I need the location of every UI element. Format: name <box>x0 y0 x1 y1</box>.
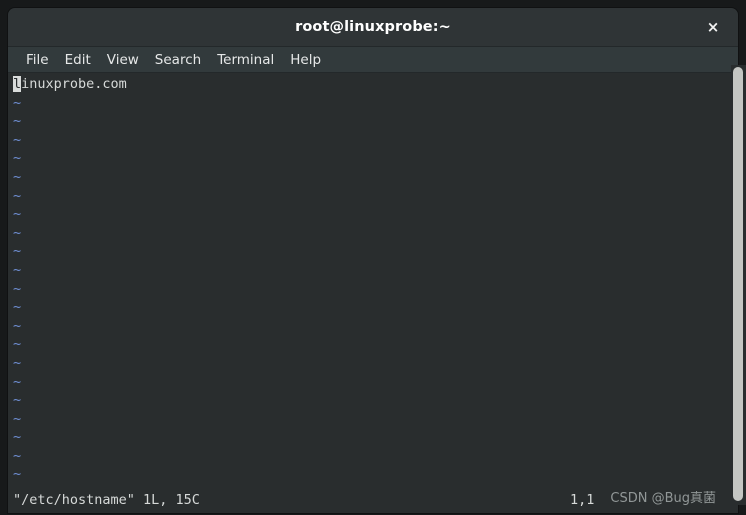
tilde-glyph: ~ <box>13 150 22 167</box>
text-cursor: l <box>13 76 22 92</box>
vim-empty-line-marker: ~ <box>13 149 722 168</box>
scrollbar-track[interactable] <box>731 65 746 505</box>
tilde-glyph: ~ <box>13 206 22 223</box>
buffer-line-1: linuxprobe.com <box>13 75 722 94</box>
menu-item-terminal[interactable]: Terminal <box>209 47 282 73</box>
vim-empty-line-marker: ~ <box>13 280 722 299</box>
status-file-info: "/etc/hostname" 1L, 15C <box>13 492 200 508</box>
tilde-glyph: ~ <box>13 280 22 297</box>
screen: root@linuxprobe:~ × File Edit View Searc… <box>0 0 746 515</box>
menu-item-file[interactable]: File <box>18 47 57 73</box>
buffer-line-1-text: inuxprobe.com <box>21 76 127 92</box>
vim-empty-line-marker: ~ <box>13 465 722 484</box>
vim-empty-line-marker: ~ <box>13 168 722 187</box>
tilde-glyph: ~ <box>13 354 22 371</box>
menu-item-help[interactable]: Help <box>282 47 329 73</box>
menu-bar: File Edit View Search Terminal Help <box>8 47 738 73</box>
tilde-glyph: ~ <box>13 187 22 204</box>
vim-empty-line-marker: ~ <box>13 131 722 150</box>
tilde-glyph: ~ <box>13 94 22 111</box>
vim-empty-line-marker: ~ <box>13 261 722 280</box>
tilde-glyph: ~ <box>13 336 22 353</box>
vim-empty-line-marker: ~ <box>13 373 722 392</box>
tilde-glyph: ~ <box>13 447 22 464</box>
vim-empty-line-marker: ~ <box>13 354 722 373</box>
vim-empty-line-marker: ~ <box>13 335 722 354</box>
tilde-glyph: ~ <box>13 224 22 241</box>
vim-buffer: linuxprobe.com ~~~~~~~~~~~~~~~~~~~~~~ <box>13 75 722 513</box>
vim-status-line: "/etc/hostname" 1L, 15C 1,1 CSDN @Bug真菌 <box>8 488 738 513</box>
tilde-glyph: ~ <box>13 410 22 427</box>
tilde-glyph: ~ <box>13 317 22 334</box>
tilde-glyph: ~ <box>13 466 22 483</box>
tilde-glyph: ~ <box>13 113 22 130</box>
menu-item-search[interactable]: Search <box>147 47 209 73</box>
terminal-body[interactable]: linuxprobe.com ~~~~~~~~~~~~~~~~~~~~~~ "/… <box>8 73 738 513</box>
vim-empty-line-marker: ~ <box>13 428 722 447</box>
vim-empty-line-markers: ~~~~~~~~~~~~~~~~~~~~~~ <box>13 94 722 503</box>
status-ruler: 1,1 <box>570 492 595 508</box>
vim-empty-line-marker: ~ <box>13 298 722 317</box>
tilde-glyph: ~ <box>13 373 22 390</box>
vim-empty-line-marker: ~ <box>13 187 722 206</box>
tilde-glyph: ~ <box>13 261 22 278</box>
vim-empty-line-marker: ~ <box>13 242 722 261</box>
terminal-window: root@linuxprobe:~ × File Edit View Searc… <box>8 8 738 513</box>
tilde-glyph: ~ <box>13 392 22 409</box>
vim-empty-line-marker: ~ <box>13 410 722 429</box>
vim-empty-line-marker: ~ <box>13 224 722 243</box>
csdn-watermark: CSDN @Bug真菌 <box>610 491 716 506</box>
vim-empty-line-marker: ~ <box>13 205 722 224</box>
menu-item-edit[interactable]: Edit <box>57 47 99 73</box>
tilde-glyph: ~ <box>13 168 22 185</box>
title-bar: root@linuxprobe:~ × <box>8 8 738 47</box>
vim-empty-line-marker: ~ <box>13 112 722 131</box>
tilde-glyph: ~ <box>13 299 22 316</box>
vim-empty-line-marker: ~ <box>13 94 722 113</box>
tilde-glyph: ~ <box>13 429 22 446</box>
vim-empty-line-marker: ~ <box>13 391 722 410</box>
tilde-glyph: ~ <box>13 131 22 148</box>
vim-empty-line-marker: ~ <box>13 447 722 466</box>
scrollbar-thumb[interactable] <box>733 67 743 501</box>
menu-item-view[interactable]: View <box>99 47 147 73</box>
vim-empty-line-marker: ~ <box>13 317 722 336</box>
close-icon[interactable]: × <box>696 8 730 46</box>
tilde-glyph: ~ <box>13 243 22 260</box>
window-title: root@linuxprobe:~ <box>295 19 451 35</box>
